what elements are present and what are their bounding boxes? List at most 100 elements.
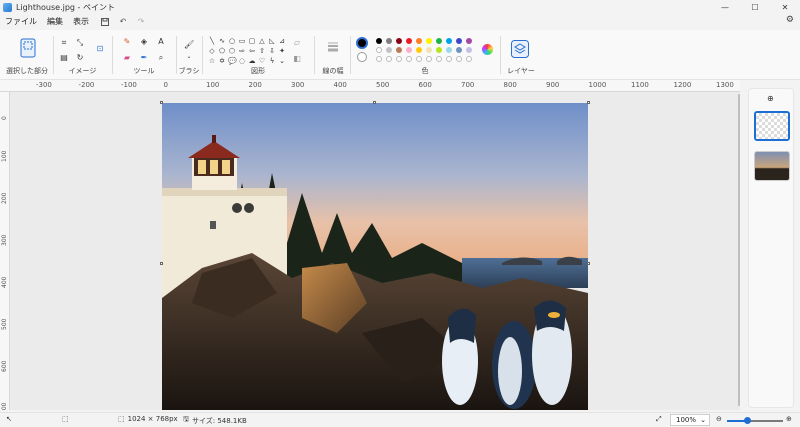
triangle-shape-icon[interactable]: ◺ bbox=[268, 37, 276, 45]
color-swatch[interactable] bbox=[466, 47, 472, 53]
six-point-star-shape-icon[interactable]: ✡ bbox=[218, 57, 226, 65]
four-point-star-shape-icon[interactable]: ✦ bbox=[278, 47, 286, 55]
custom-color-slot[interactable] bbox=[396, 56, 402, 62]
custom-color-slot[interactable] bbox=[406, 56, 412, 62]
oval-callout-shape-icon[interactable]: ◌ bbox=[238, 57, 246, 65]
custom-color-slot[interactable] bbox=[446, 56, 452, 62]
color-swatch[interactable] bbox=[386, 47, 392, 53]
resize-handle[interactable] bbox=[587, 262, 590, 265]
rotate-icon[interactable]: ↻ bbox=[75, 53, 85, 63]
color-swatch[interactable] bbox=[376, 47, 382, 53]
lightning-shape-icon[interactable]: ϟ bbox=[268, 57, 276, 65]
zoom-in-icon[interactable]: ⊕ bbox=[786, 415, 792, 423]
chevron-down-icon[interactable]: ⌄ bbox=[184, 52, 194, 62]
color-swatch[interactable] bbox=[436, 38, 442, 44]
edit-colors-icon[interactable] bbox=[482, 44, 493, 55]
resize-icon[interactable]: ⤡ bbox=[75, 38, 85, 48]
outline-icon[interactable]: ▱ bbox=[292, 38, 302, 48]
color-swatch[interactable] bbox=[406, 38, 412, 44]
line-width-icon[interactable] bbox=[327, 40, 339, 52]
layer-thumbnail-lighthouse[interactable] bbox=[754, 151, 790, 181]
rounded-rectangle-shape-icon[interactable]: ▢ bbox=[248, 37, 256, 45]
zoom-level-dropdown[interactable]: 100% ⌄ bbox=[670, 414, 710, 426]
zoom-out-icon[interactable]: ⊖ bbox=[716, 415, 722, 423]
color-swatch[interactable] bbox=[406, 47, 412, 53]
close-button[interactable]: ✕ bbox=[770, 0, 800, 14]
up-arrow-shape-icon[interactable]: ⇧ bbox=[258, 47, 266, 55]
redo-icon[interactable]: ↷ bbox=[134, 15, 148, 29]
custom-color-slot[interactable] bbox=[466, 56, 472, 62]
secondary-color-swatch[interactable] bbox=[357, 52, 367, 62]
color-swatch[interactable] bbox=[376, 38, 382, 44]
selection-rectangle-icon[interactable] bbox=[20, 38, 36, 58]
zoom-slider-thumb[interactable] bbox=[744, 417, 751, 424]
color-swatch[interactable] bbox=[436, 47, 442, 53]
menu-file[interactable]: ファイル bbox=[0, 16, 42, 27]
color-swatch[interactable] bbox=[456, 47, 462, 53]
remove-background-icon[interactable]: ⊡ bbox=[95, 44, 105, 54]
color-swatch[interactable] bbox=[416, 38, 422, 44]
custom-color-slot[interactable] bbox=[436, 56, 442, 62]
rectangle-shape-icon[interactable]: ▭ bbox=[238, 37, 246, 45]
shape-fill-icon[interactable]: ◧ bbox=[292, 54, 302, 64]
color-swatch[interactable] bbox=[446, 47, 452, 53]
more-shapes-icon[interactable]: ⌄ bbox=[278, 57, 286, 65]
line-shape-icon[interactable]: ╲ bbox=[208, 37, 216, 45]
text-icon[interactable]: A bbox=[156, 37, 166, 47]
color-swatch[interactable] bbox=[466, 38, 472, 44]
crop-icon[interactable]: ⌗ bbox=[59, 38, 69, 48]
diamond-shape-icon[interactable]: ◇ bbox=[208, 47, 216, 55]
pentagon-shape-icon[interactable]: ⬠ bbox=[218, 47, 226, 55]
primary-color-swatch[interactable] bbox=[356, 37, 368, 49]
oval-shape-icon[interactable]: ○ bbox=[228, 37, 236, 45]
resize-handle[interactable] bbox=[160, 101, 163, 104]
right-triangle-shape-icon[interactable]: ⊿ bbox=[278, 37, 286, 45]
settings-gear-icon[interactable]: ⚙ bbox=[786, 15, 794, 25]
cloud-callout-shape-icon[interactable]: ☁ bbox=[248, 57, 256, 65]
image-canvas[interactable] bbox=[162, 103, 588, 410]
save-icon[interactable] bbox=[98, 15, 112, 29]
right-arrow-shape-icon[interactable]: ⇨ bbox=[238, 47, 246, 55]
fit-to-window-icon[interactable]: ⤢ bbox=[656, 415, 662, 424]
menu-edit[interactable]: 編集 bbox=[42, 16, 68, 27]
brush-icon[interactable]: 🖌 bbox=[184, 40, 194, 50]
menu-view[interactable]: 表示 bbox=[68, 16, 94, 27]
vertical-scrollbar[interactable] bbox=[738, 94, 740, 406]
polygon-shape-icon[interactable]: △ bbox=[258, 37, 266, 45]
color-swatch[interactable] bbox=[456, 38, 462, 44]
custom-color-slot[interactable] bbox=[386, 56, 392, 62]
fill-bucket-icon[interactable]: ◈ bbox=[139, 37, 149, 47]
layer-thumbnail-penguins[interactable] bbox=[754, 111, 790, 141]
color-swatch[interactable] bbox=[396, 38, 402, 44]
color-swatch[interactable] bbox=[386, 38, 392, 44]
color-swatch[interactable] bbox=[416, 47, 422, 53]
color-swatch[interactable] bbox=[426, 38, 432, 44]
resize-handle[interactable] bbox=[587, 101, 590, 104]
maximize-button[interactable]: ☐ bbox=[740, 0, 770, 14]
custom-color-slot[interactable] bbox=[456, 56, 462, 62]
magnifier-icon[interactable]: ⌕ bbox=[156, 53, 166, 63]
undo-icon[interactable]: ↶ bbox=[116, 15, 130, 29]
curve-shape-icon[interactable]: ∿ bbox=[218, 37, 226, 45]
down-arrow-shape-icon[interactable]: ⇩ bbox=[268, 47, 276, 55]
eraser-icon[interactable]: ▰ bbox=[122, 53, 132, 63]
hexagon-shape-icon[interactable]: ⬡ bbox=[228, 47, 236, 55]
left-arrow-shape-icon[interactable]: ⇦ bbox=[248, 47, 256, 55]
star-shape-icon[interactable]: ☆ bbox=[208, 57, 216, 65]
resize-handle[interactable] bbox=[373, 101, 376, 104]
pencil-icon[interactable]: ✎ bbox=[122, 37, 132, 47]
layers-icon[interactable] bbox=[511, 40, 529, 58]
resize-handle[interactable] bbox=[160, 262, 163, 265]
color-swatch[interactable] bbox=[396, 47, 402, 53]
heart-shape-icon[interactable]: ♡ bbox=[258, 57, 266, 65]
callout-shape-icon[interactable]: 💬 bbox=[228, 57, 237, 65]
color-picker-icon[interactable]: ✒ bbox=[139, 53, 149, 63]
minimize-button[interactable]: — bbox=[710, 0, 740, 14]
custom-color-slot[interactable] bbox=[376, 56, 382, 62]
color-swatch[interactable] bbox=[426, 47, 432, 53]
add-layer-icon[interactable]: ⊕ bbox=[767, 94, 774, 103]
custom-color-slot[interactable] bbox=[416, 56, 422, 62]
custom-color-slot[interactable] bbox=[426, 56, 432, 62]
flip-icon[interactable]: ▤ bbox=[59, 53, 69, 63]
color-swatch[interactable] bbox=[446, 38, 452, 44]
